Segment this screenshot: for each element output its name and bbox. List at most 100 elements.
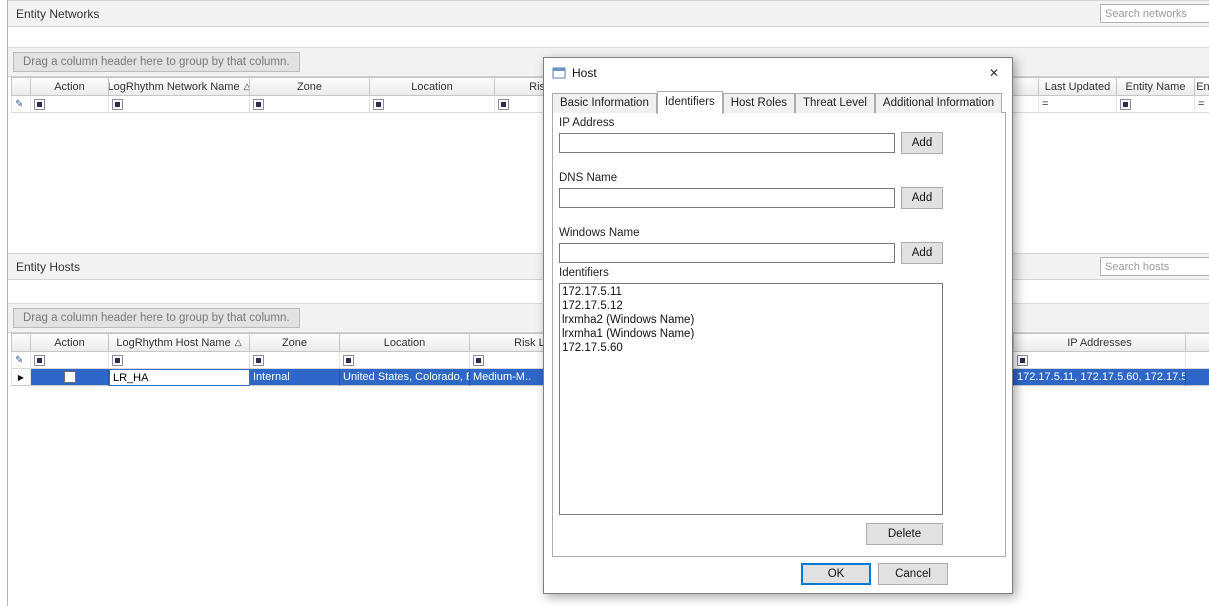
edit-filter-icon: ✎	[15, 355, 23, 366]
dialog-tab-strip: Basic Information Identifiers Host Roles…	[552, 91, 1002, 113]
col-label: Last Updated	[1045, 81, 1110, 93]
close-button[interactable]: ✕	[976, 58, 1012, 87]
networks-col-last-updated[interactable]: Last Updated	[1039, 77, 1117, 96]
dns-name-label: DNS Name	[559, 172, 617, 184]
dialog-title: Host	[572, 66, 597, 80]
identifiers-tab-page: IP Address Add DNS Name Add Windows Name…	[552, 112, 1006, 557]
networks-col-entity-name[interactable]: Entity Name	[1117, 77, 1195, 96]
ip-address-label: IP Address	[559, 117, 614, 129]
filter-icon[interactable]	[343, 355, 354, 366]
hosts-col-action[interactable]: Action	[31, 333, 109, 352]
tab-identifiers[interactable]: Identifiers	[657, 91, 723, 114]
col-label: LogRhythm Host Name	[116, 337, 230, 349]
hosts-col-ip-addresses[interactable]: IP Addresses	[1014, 333, 1186, 352]
filter-icon[interactable]	[373, 99, 384, 110]
networks-col-entity-id[interactable]: Entity ID	[1195, 77, 1209, 96]
hosts-col-zone[interactable]: Zone	[250, 333, 340, 352]
identifier-item[interactable]: lrxmha2 (Windows Name)	[562, 313, 940, 327]
col-label: Entity Name	[1126, 81, 1186, 93]
row-marker-icon: ▶	[18, 373, 24, 382]
filter-icon[interactable]	[34, 99, 45, 110]
action-checkbox[interactable]	[64, 371, 76, 383]
networks-filter-entity-name[interactable]	[1117, 96, 1195, 113]
hosts-filter-location[interactable]	[340, 352, 470, 369]
hosts-col-extra	[1186, 333, 1209, 352]
filter-icon[interactable]	[34, 355, 45, 366]
networks-filter-last-updated[interactable]: =	[1039, 96, 1117, 113]
row-ip-addresses-cell[interactable]: 172.17.5.11, 172.17.5.60, 172.17.5.12	[1014, 369, 1186, 386]
filter-icon[interactable]	[112, 355, 123, 366]
host-dialog-title-bar[interactable]: Host	[544, 58, 1012, 88]
networks-col-action[interactable]: Action	[31, 77, 109, 96]
tab-host-roles[interactable]: Host Roles	[723, 93, 795, 113]
row-zone-cell[interactable]: Internal	[250, 369, 340, 386]
hosts-filter-action[interactable]	[31, 352, 109, 369]
networks-indicator-header	[11, 77, 31, 96]
cancel-button[interactable]: Cancel	[878, 563, 948, 585]
row-location-cell[interactable]: United States, Colorado, B..	[340, 369, 470, 386]
row-host-name-cell[interactable]: LR_HA	[109, 369, 250, 386]
ip-addresses-value: 172.17.5.11, 172.17.5.60, 172.17.5.12	[1017, 371, 1186, 383]
networks-filter-network-name[interactable]	[109, 96, 250, 113]
identifier-item[interactable]: 172.17.5.12	[562, 299, 940, 313]
identifier-item[interactable]: lrxmha1 (Windows Name)	[562, 327, 940, 341]
identifiers-listbox[interactable]: 172.17.5.11 172.17.5.12 lrxmha2 (Windows…	[559, 283, 943, 515]
hosts-filter-host-name[interactable]	[109, 352, 250, 369]
hosts-filter-ip-addresses[interactable]	[1014, 352, 1186, 369]
windows-name-label: Windows Name	[559, 227, 640, 239]
hosts-filter-zone[interactable]	[250, 352, 340, 369]
networks-filter-indicator: ✎	[11, 96, 31, 113]
networks-group-hint: Drag a column header here to group by th…	[13, 52, 300, 72]
networks-search-input[interactable]	[1100, 4, 1209, 23]
windows-name-input[interactable]	[559, 243, 895, 263]
identifier-item[interactable]: 172.17.5.11	[562, 285, 940, 299]
filter-icon[interactable]	[1120, 99, 1131, 110]
row-action-cell[interactable]	[31, 369, 109, 386]
tab-basic-information[interactable]: Basic Information	[552, 93, 657, 113]
hosts-col-host-name[interactable]: LogRhythm Host Name △	[109, 333, 250, 352]
networks-col-zone[interactable]: Zone	[250, 77, 370, 96]
col-label: Action	[54, 337, 85, 349]
filter-icon[interactable]	[1017, 355, 1028, 366]
add-windows-button[interactable]: Add	[901, 242, 943, 264]
add-dns-button[interactable]: Add	[901, 187, 943, 209]
networks-filter-zone[interactable]	[250, 96, 370, 113]
delete-button[interactable]: Delete	[866, 523, 943, 545]
edit-filter-icon: ✎	[15, 99, 23, 110]
identifier-item[interactable]: 172.17.5.60	[562, 341, 940, 355]
sort-asc-icon: △	[235, 337, 242, 348]
filter-icon[interactable]	[498, 99, 509, 110]
entity-networks-title: Entity Networks	[16, 7, 99, 21]
row-indicator: ▶	[11, 369, 31, 386]
col-label: Action	[54, 81, 85, 93]
col-label: Zone	[282, 337, 307, 349]
hosts-search-input[interactable]	[1100, 257, 1209, 276]
entity-networks-title-bar: Entity Networks	[8, 0, 1209, 27]
filter-icon[interactable]	[253, 99, 264, 110]
filter-icon[interactable]	[253, 355, 264, 366]
zone-value: Internal	[253, 371, 290, 383]
filter-icon[interactable]	[473, 355, 484, 366]
ip-address-input[interactable]	[559, 133, 895, 153]
networks-filter-action[interactable]	[31, 96, 109, 113]
add-ip-button[interactable]: Add	[901, 132, 943, 154]
close-icon: ✕	[989, 66, 999, 80]
filter-icon[interactable]	[112, 99, 123, 110]
networks-filter-entity-id[interactable]: =	[1195, 96, 1209, 113]
equals-operator-icon[interactable]: =	[1198, 98, 1204, 110]
hosts-col-location[interactable]: Location	[340, 333, 470, 352]
ok-button[interactable]: OK	[801, 563, 871, 585]
hosts-filter-extra	[1186, 352, 1209, 369]
identifiers-label: Identifiers	[559, 267, 609, 279]
entity-hosts-title: Entity Hosts	[16, 260, 80, 274]
tab-additional-information[interactable]: Additional Information	[875, 93, 1002, 113]
networks-col-location[interactable]: Location	[370, 77, 495, 96]
col-label: Zone	[297, 81, 322, 93]
equals-operator-icon[interactable]: =	[1042, 98, 1048, 110]
hosts-filter-indicator: ✎	[11, 352, 31, 369]
networks-col-network-name[interactable]: LogRhythm Network Name △	[109, 77, 250, 96]
tab-threat-level[interactable]: Threat Level	[795, 93, 875, 113]
host-dialog: Host ✕ Basic Information Identifiers Hos…	[543, 57, 1013, 594]
networks-filter-location[interactable]	[370, 96, 495, 113]
dns-name-input[interactable]	[559, 188, 895, 208]
